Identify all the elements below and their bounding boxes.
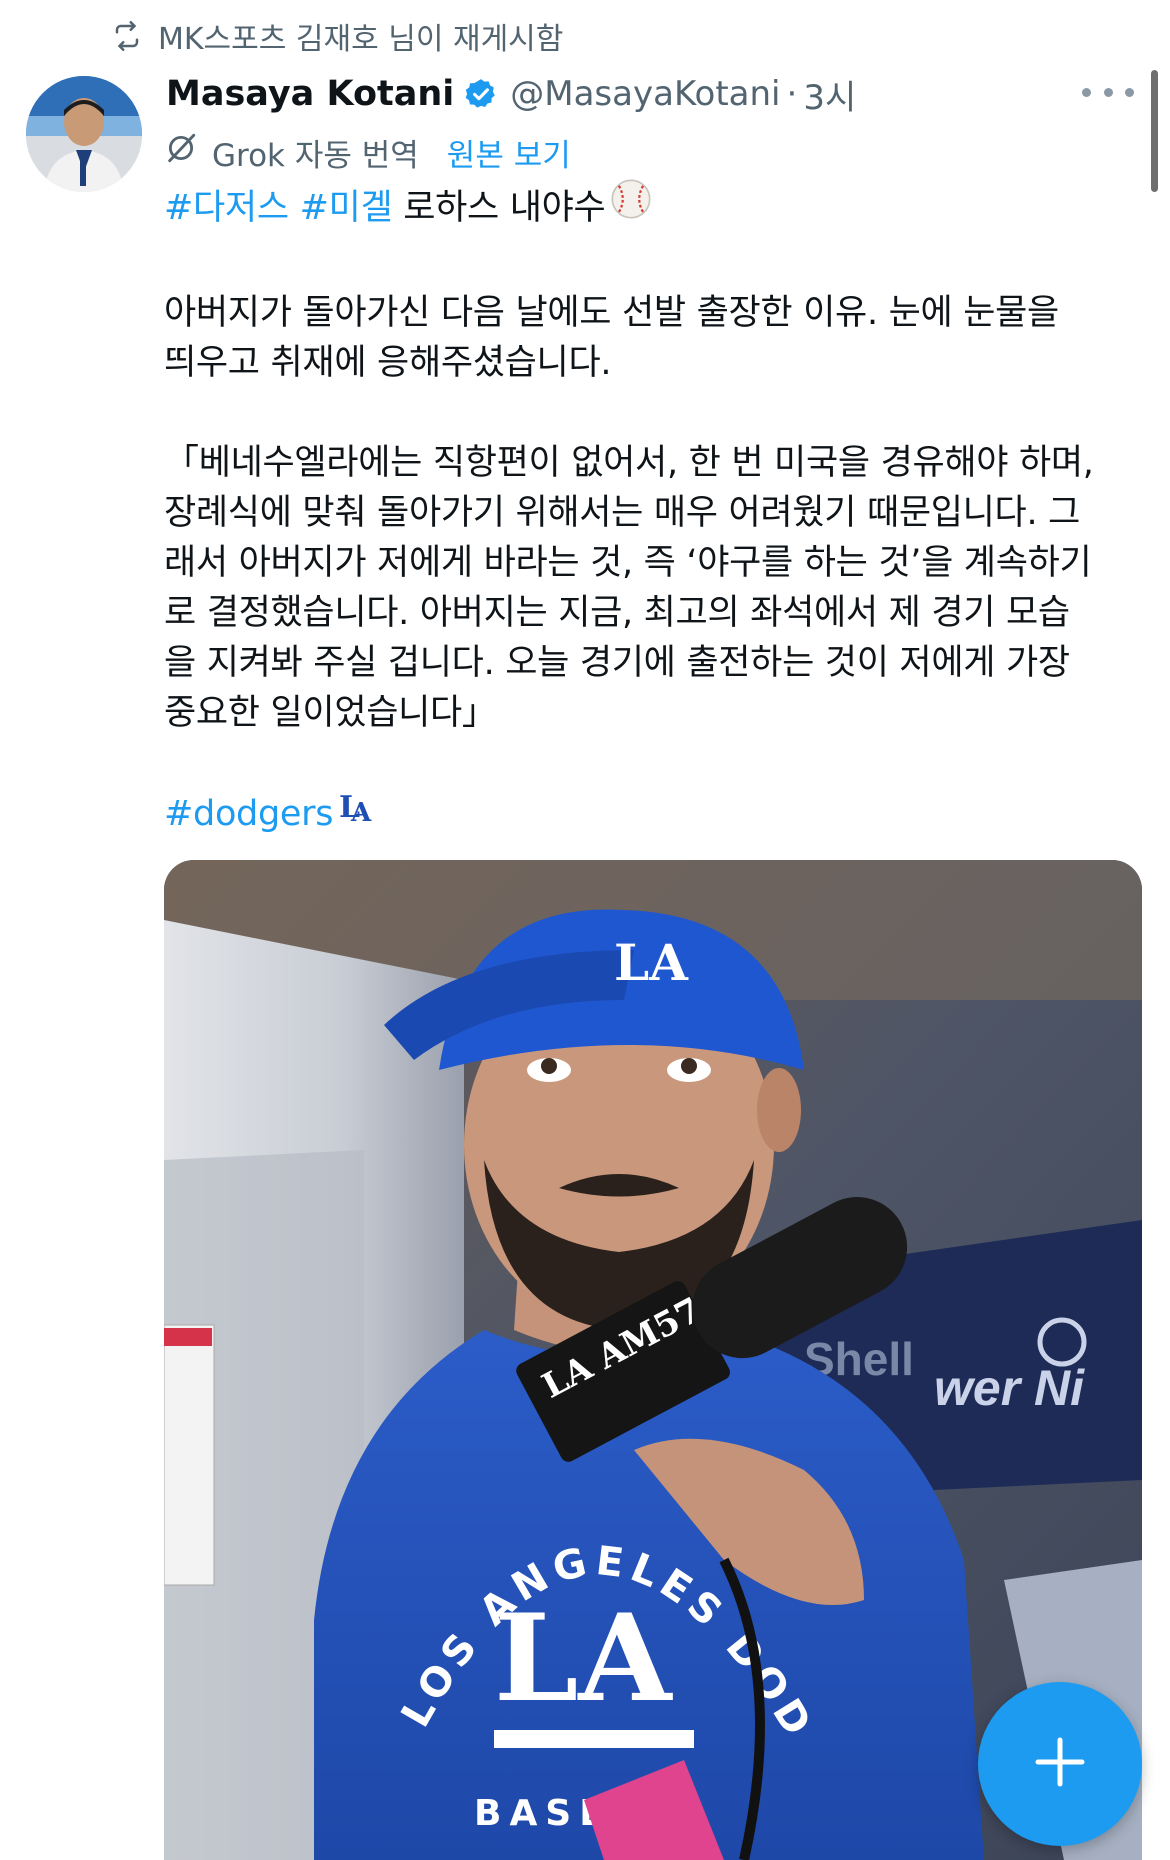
compose-button[interactable] <box>978 1682 1142 1846</box>
author-display-name[interactable]: Masaya Kotani <box>166 74 454 114</box>
tweet-media-photo[interactable]: Shell wer Ni LOS ANGELES DODGERS LA BASE… <box>164 860 1142 1860</box>
plus-icon <box>1034 1736 1086 1792</box>
baseball-icon <box>609 177 653 235</box>
verified-badge-icon <box>464 77 498 111</box>
cap-la-logo: LA <box>614 933 689 992</box>
quote-line: 「베네수엘라에는 직항편이 없어서, 한 번 미국을 경유해야 하며, <box>164 443 1094 483</box>
svg-text:A: A <box>350 798 372 825</box>
quote-line: 래서 아버지가 저에게 바라는 것, 즉 ‘야구를 하는 것’을 계속하기 <box>164 543 1092 583</box>
grok-icon <box>164 131 198 173</box>
repost-context[interactable]: MK스포츠 김재호 님이 재게시함 <box>110 14 563 58</box>
shirt-la-logo: LA <box>494 1588 673 1729</box>
tweet-body: #다저스 #미겔 로하스 내야수 아버지가 돌아가신 다음 날에도 선발 출장한… <box>164 177 1144 842</box>
translation-label: Grok 자동 번역 <box>212 137 419 174</box>
separator-dot: · <box>786 74 798 114</box>
repost-icon <box>110 21 144 51</box>
author-avatar[interactable] <box>26 76 142 192</box>
author-handle[interactable]: @MasayaKotani <box>510 74 780 114</box>
author-row: Masaya Kotani @MasayaKotani · 3시 <box>166 66 1130 122</box>
more-dot-icon <box>1082 87 1091 97</box>
tweet-headline: #다저스 #미겔 로하스 내야수 <box>164 177 1144 238</box>
tweet-footer-hashtag: #dodgers L A <box>164 788 1144 842</box>
quote-line: 로 결정했습니다. 아버지는 지금, 최고의 좌석에서 제 경기 모습 <box>164 593 1070 633</box>
repost-label: MK스포츠 김재호 님이 재게시함 <box>158 22 564 57</box>
scrollbar[interactable] <box>1151 70 1158 192</box>
la-dodgers-logo-icon: LA <box>337 785 373 839</box>
more-dot-icon <box>1103 87 1113 97</box>
hashtag-miguel[interactable]: #미겔 <box>300 188 393 228</box>
hashtag-dodgers[interactable]: #dodgers <box>164 794 333 834</box>
view-original-link[interactable]: 원본 보기 <box>447 130 571 175</box>
paragraph-line: 띄우고 취재에 응해주셨습니다. <box>164 343 612 383</box>
quote-line: 을 지켜봐 주실 겁니다. 오늘 경기에 출전하는 것이 저에게 가장 <box>164 643 1070 683</box>
quote-line: 중요한 일이었습니다」 <box>164 693 497 733</box>
more-dot-icon <box>1125 87 1134 97</box>
headline-text: 로하스 내야수 <box>392 188 606 228</box>
paragraph-line: 아버지가 돌아가신 다음 날에도 선발 출장한 이유. 눈에 눈물을 <box>164 293 1059 333</box>
hashtag-dodgers-kr[interactable]: #다저스 <box>164 188 289 228</box>
translation-row: Grok 자동 번역 원본 보기 <box>164 124 571 180</box>
tweet-timestamp[interactable]: 3시 <box>803 70 856 119</box>
more-options-button[interactable] <box>1082 74 1134 110</box>
banner-power-text: wer Ni <box>934 1360 1085 1416</box>
quote-line: 장례식에 맞춰 돌아가기 위해서는 매우 어려웠기 때문입니다. 그 <box>164 493 1081 533</box>
